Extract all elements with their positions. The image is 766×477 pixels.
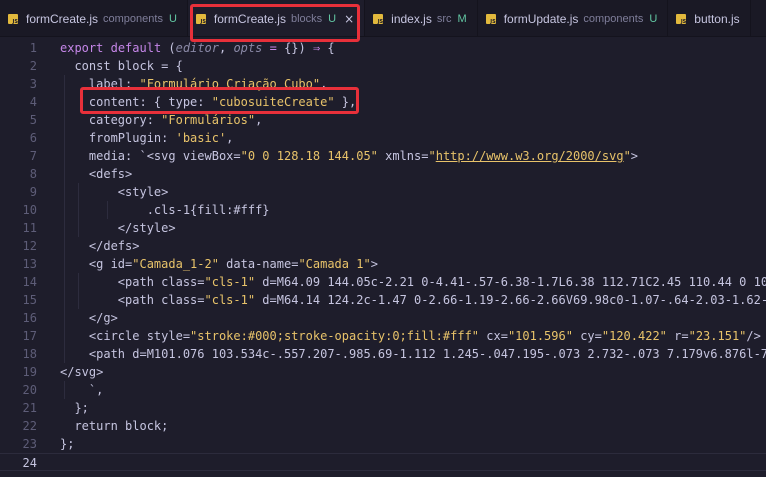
- tab-directory: src: [436, 12, 452, 25]
- line-number: 6: [29, 131, 37, 145]
- code-line[interactable]: 9 <style>: [0, 183, 766, 201]
- code-line[interactable]: 13 <g id="Camada_1-2" data-name="Camada …: [0, 255, 766, 273]
- code-text: <circle style="stroke:#000;stroke-opacit…: [60, 329, 761, 343]
- line-number: 22: [22, 419, 37, 433]
- line-number: 21: [22, 401, 37, 415]
- tab-git-status: M: [457, 12, 467, 25]
- code-text: };: [60, 437, 75, 451]
- line-number: 15: [22, 293, 37, 307]
- code-text: <path class="cls-1" d=M64.14 124.2c-1.47…: [60, 293, 766, 307]
- line-number: 8: [29, 167, 37, 181]
- code-text: export default (editor, opts = {}) ⇒ {: [60, 41, 335, 55]
- line-number: 7: [29, 149, 37, 163]
- code-text: `,: [60, 383, 104, 397]
- editor-tab-bar: formCreate.js components UformCreate.js blo…: [0, 0, 766, 37]
- tab-git-status: U: [328, 12, 337, 25]
- line-number: 23: [22, 437, 37, 451]
- tab-directory: blocks: [290, 12, 323, 25]
- line-number: 19: [22, 365, 37, 379]
- line-number: 16: [22, 311, 37, 325]
- code-line[interactable]: 22 return block;: [0, 417, 766, 435]
- code-line[interactable]: 14 <path class="cls-1" d=M64.09 144.05c-…: [0, 273, 766, 291]
- line-number: 11: [22, 221, 37, 235]
- line-number: 1: [29, 41, 37, 55]
- tab-3[interactable]: formUpdate.js components U: [478, 0, 669, 36]
- code-line[interactable]: 1 export default (editor, opts = {}) ⇒ {: [0, 39, 766, 57]
- code-text: const block = {: [60, 59, 183, 73]
- code-text: media: `<svg viewBox="0 0 128.18 144.05"…: [60, 149, 639, 163]
- line-number: 24: [22, 456, 37, 470]
- tab-git-status: U: [649, 12, 658, 25]
- code-line[interactable]: 10 .cls-1{fill:#fff}: [0, 201, 766, 219]
- line-number: 9: [29, 185, 37, 199]
- tab-filename: formCreate.js: [26, 11, 99, 26]
- code-line[interactable]: 4 content: { type: "cubosuiteCreate" },: [0, 93, 766, 111]
- line-number: 10: [22, 203, 37, 217]
- line-number: 14: [22, 275, 37, 289]
- code-line[interactable]: 17 <circle style="stroke:#000;stroke-opa…: [0, 327, 766, 345]
- code-line[interactable]: 5 category: "Formulários",: [0, 111, 766, 129]
- line-number: 13: [22, 257, 37, 271]
- code-text: </g>: [60, 311, 118, 325]
- code-text: return block;: [60, 419, 169, 433]
- code-text: content: { type: "cubosuiteCreate" },: [60, 95, 357, 109]
- tab-filename: formCreate.js: [213, 11, 286, 26]
- line-number: 12: [22, 239, 37, 253]
- tab-4[interactable]: button.js: [668, 0, 751, 36]
- line-number: 4: [29, 95, 37, 109]
- code-text: fromPlugin: 'basic',: [60, 131, 234, 145]
- code-text: .cls-1{fill:#fff}: [60, 203, 270, 217]
- code-line[interactable]: 6 fromPlugin: 'basic',: [0, 129, 766, 147]
- line-number: 5: [29, 113, 37, 127]
- code-text: <g id="Camada_1-2" data-name="Camada 1">: [60, 257, 378, 271]
- code-text: <style>: [60, 185, 169, 199]
- js-file-icon: [8, 13, 18, 25]
- code-line[interactable]: 16 </g>: [0, 309, 766, 327]
- line-number: 17: [22, 329, 37, 343]
- tab-filename: button.js: [694, 11, 740, 26]
- tab-0[interactable]: formCreate.js components U: [0, 0, 188, 36]
- code-line[interactable]: 20 `,: [0, 381, 766, 399]
- code-line[interactable]: 19 </svg>: [0, 363, 766, 381]
- code-text: category: "Formulários",: [60, 113, 263, 127]
- line-number: 20: [22, 383, 37, 397]
- code-line[interactable]: 3 label: "Formulário Criação Cubo",: [0, 75, 766, 93]
- js-file-icon: [373, 13, 384, 25]
- tab-1[interactable]: formCreate.js blocks U ×: [187, 0, 366, 36]
- code-text: <path d=M101.076 103.534c-.557.207-.985.…: [60, 347, 766, 361]
- tab-filename: index.js: [391, 11, 432, 26]
- tab-2[interactable]: index.js src M: [365, 0, 478, 36]
- code-text: <defs>: [60, 167, 133, 181]
- code-text: };: [60, 401, 89, 415]
- code-text: <path class="cls-1" d=M64.09 144.05c-2.2…: [60, 275, 766, 289]
- tab-filename: formUpdate.js: [503, 11, 579, 26]
- code-line[interactable]: 23};: [0, 435, 766, 453]
- close-icon[interactable]: ×: [344, 12, 354, 26]
- code-line[interactable]: 7 media: `<svg viewBox="0 0 128.18 144.0…: [0, 147, 766, 165]
- code-line[interactable]: 21 };: [0, 399, 766, 417]
- js-file-icon: [485, 13, 496, 25]
- tab-directory: components: [103, 12, 163, 25]
- code-text: </defs>: [60, 239, 140, 253]
- tab-git-status: U: [168, 12, 177, 25]
- code-text: </style>: [60, 221, 176, 235]
- code-line[interactable]: 12 </defs>: [0, 237, 766, 255]
- line-number: 2: [29, 59, 37, 73]
- code-text: </svg>: [60, 365, 104, 379]
- code-line[interactable]: 18 <path d=M101.076 103.534c-.557.207-.9…: [0, 345, 766, 363]
- code-line[interactable]: 11 </style>: [0, 219, 766, 237]
- line-number: 18: [22, 347, 37, 361]
- line-number: 3: [29, 77, 37, 91]
- code-line[interactable]: 8 <defs>: [0, 165, 766, 183]
- code-line[interactable]: 24: [0, 453, 766, 471]
- code-text: label: "Formulário Criação Cubo",: [60, 77, 328, 91]
- js-file-icon: [676, 13, 687, 25]
- js-file-icon: [195, 13, 206, 25]
- code-line[interactable]: 2 const block = {: [0, 57, 766, 75]
- code-editor[interactable]: 1 export default (editor, opts = {}) ⇒ { 2…: [0, 38, 766, 477]
- tab-directory: components: [583, 12, 644, 25]
- code-line[interactable]: 15 <path class="cls-1" d=M64.14 124.2c-1…: [0, 291, 766, 309]
